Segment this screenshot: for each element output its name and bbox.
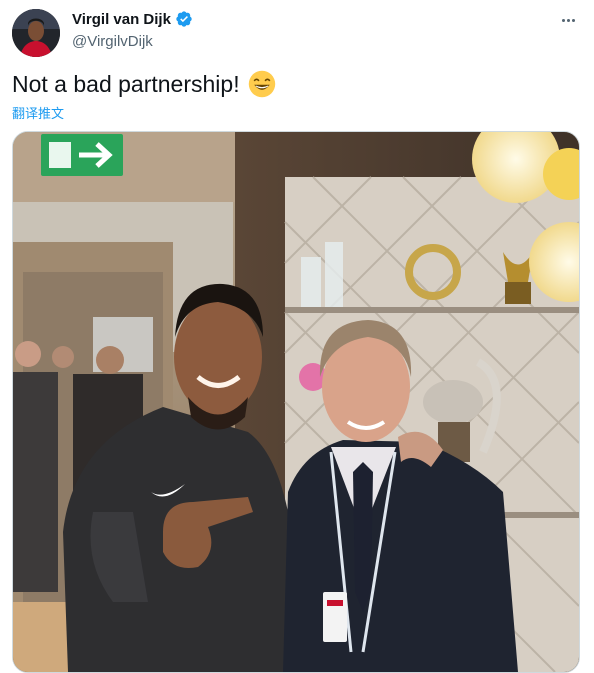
tweet-text-content: Not a bad partnership! <box>12 70 240 97</box>
author-handle[interactable]: @VirgilvDijk <box>72 33 153 50</box>
photo-image <box>13 132 579 672</box>
translate-tweet-link[interactable]: 翻译推文 <box>12 103 64 122</box>
author-avatar[interactable] <box>12 9 60 57</box>
avatar-image <box>12 9 60 57</box>
tweet-text: Not a bad partnership! <box>12 70 276 98</box>
author-display-name[interactable]: Virgil van Dijk <box>72 11 171 28</box>
more-horizontal-icon[interactable] <box>558 10 578 30</box>
tweet-photo[interactable] <box>12 131 580 673</box>
author-name-row: Virgil van Dijk <box>72 10 193 28</box>
grinning-face-emoji-icon <box>248 70 275 98</box>
verified-badge-icon <box>176 11 192 27</box>
